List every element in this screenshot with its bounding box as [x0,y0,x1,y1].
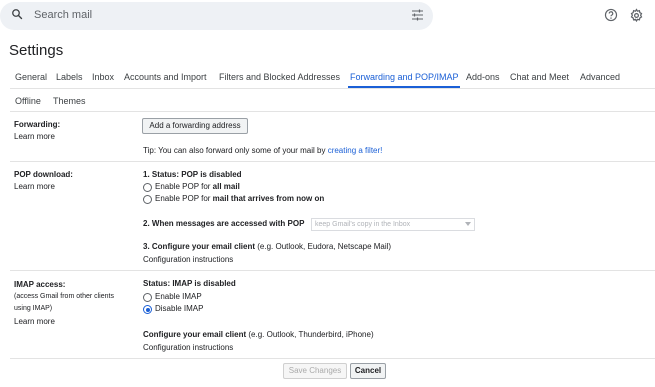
tab-themes[interactable]: Themes [53,96,86,106]
imap-learn-more-link[interactable]: Learn more [14,317,55,326]
tab-forwarding-and-pop-imap[interactable]: Forwarding and POP/IMAP [350,72,459,82]
section-divider [10,358,655,359]
pop-access-label: 2. When messages are accessed with POP [143,219,305,228]
imap-configuration-instructions-link[interactable]: Configuration instructions [143,343,233,352]
tab-chat-and-meet[interactable]: Chat and Meet [510,72,569,82]
imap-configure-heading: Configure your email client [143,330,247,339]
tab-inbox[interactable]: Inbox [92,72,114,82]
section-divider [10,270,655,271]
imap-status: Status: IMAP is disabled [143,279,236,288]
pop-option-text: Enable POP for [155,182,213,191]
tab-offline[interactable]: Offline [15,96,41,106]
imap-description-line: using IMAP) [14,305,53,312]
pop-configure-heading: 3. Configure your email client [143,242,256,251]
pop-option-emphasis: all mail [212,182,240,191]
imap-configure-examples: (e.g. Outlook, Thunderbird, iPhone) [246,330,374,339]
cancel-button[interactable]: Cancel [350,363,386,379]
gear-icon[interactable] [629,8,644,23]
forwarding-label: Forwarding: [14,120,61,129]
imap-access-description: (access Gmail from other clients using IM… [14,291,114,315]
pop-access-select[interactable]: keep Gmail's copy in the Inbox [311,218,475,231]
tab-add-ons[interactable]: Add-ons [466,72,500,82]
forwarding-tip-text: Tip: You can also forward only some of y… [143,146,328,155]
pop-from-now-radio[interactable] [143,195,152,204]
imap-description-line: (access Gmail from other clients [14,293,114,300]
pop-configure-examples: (e.g. Outlook, Eudora, Netscape Mail) [255,242,392,251]
search-icon[interactable] [11,8,23,20]
imap-configure-text: Configure your email client (e.g. Outloo… [143,330,374,339]
forwarding-learn-more-link[interactable]: Learn more [14,132,55,141]
section-divider [10,161,655,162]
pop-option-emphasis: mail that arrives from now on [212,194,325,203]
pop-from-now-option[interactable]: Enable POP for mail that arrives from no… [155,194,324,203]
pop-configure-text: 3. Configure your email client (e.g. Out… [143,242,391,251]
enable-imap-radio[interactable] [143,293,152,302]
disable-imap-radio[interactable] [143,305,152,314]
tab-labels[interactable]: Labels [56,72,83,82]
pop-all-mail-option[interactable]: Enable POP for all mail [155,182,240,191]
page-title: Settings [9,42,64,59]
search-options-icon[interactable] [411,9,424,21]
section-divider [10,111,655,112]
tab-filters-and-blocked-addresses[interactable]: Filters and Blocked Addresses [219,72,340,82]
tab-advanced[interactable]: Advanced [580,72,620,82]
disable-imap-option[interactable]: Disable IMAP [155,304,203,313]
pop-status: 1. Status: POP is disabled [143,170,242,179]
save-changes-button[interactable]: Save Changes [283,363,347,379]
tabs-divider [10,88,655,89]
pop-all-mail-radio[interactable] [143,183,152,192]
help-icon[interactable] [604,8,618,22]
enable-imap-option[interactable]: Enable IMAP [155,292,202,301]
tab-accounts-and-import[interactable]: Accounts and Import [124,72,207,82]
pop-configuration-instructions-link[interactable]: Configuration instructions [143,255,233,264]
search-input[interactable]: Search mail [34,9,92,21]
tab-general[interactable]: General [15,72,47,82]
pop-access-select-value: keep Gmail's copy in the Inbox [315,221,411,228]
pop-option-text: Enable POP for [155,194,213,203]
forwarding-tip: Tip: You can also forward only some of y… [143,146,382,155]
imap-access-label: IMAP access: [14,280,66,289]
chevron-down-icon [465,222,471,226]
pop-download-label: POP download: [14,170,73,179]
pop-learn-more-link[interactable]: Learn more [14,182,55,191]
add-forwarding-address-button[interactable]: Add a forwarding address [142,118,248,134]
creating-filter-link[interactable]: creating a filter! [328,146,383,155]
